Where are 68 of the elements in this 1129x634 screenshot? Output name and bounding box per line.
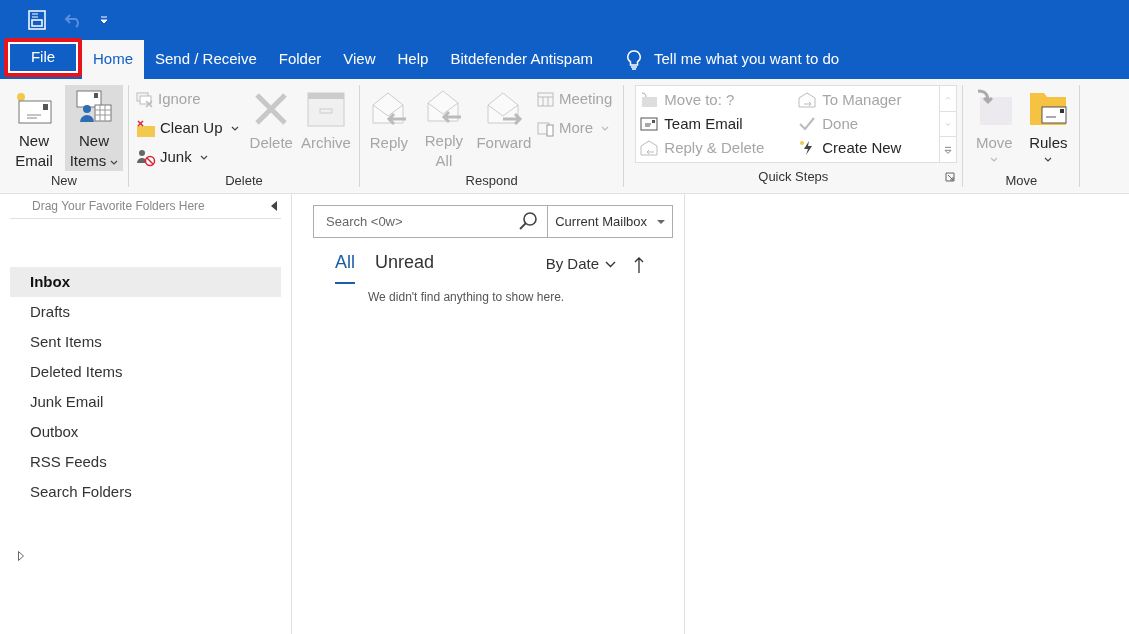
lightbulb-icon xyxy=(626,49,642,70)
ribbon-tab[interactable]: Bitdefender Antispam xyxy=(439,40,604,79)
envelope-left-arrow-icon xyxy=(369,91,408,127)
folder-item[interactable]: Outbox xyxy=(10,417,281,447)
quick-step[interactable]: Team Email xyxy=(640,112,799,136)
favorites-hint: Drag Your Favorite Folders Here xyxy=(32,198,205,215)
envelopes-x-icon xyxy=(136,91,154,108)
ribbon-tab[interactable]: Home xyxy=(82,40,144,79)
sort-dropdown[interactable]: By Date xyxy=(545,253,616,280)
folder-item[interactable]: Drafts xyxy=(10,297,281,327)
scope-dropdown[interactable]: Current Mailbox xyxy=(548,205,673,238)
search-field[interactable]: Search <0w> xyxy=(313,205,549,238)
caret-icon xyxy=(1044,157,1053,162)
ribbon-tab[interactable]: View xyxy=(332,40,387,79)
envelope-icon xyxy=(640,117,659,131)
chevron-down-icon xyxy=(605,261,616,268)
ribbon-button[interactable]: Rules xyxy=(1022,85,1075,171)
dialog-launcher-icon[interactable] xyxy=(945,172,956,182)
ribbon-button[interactable]: New Email xyxy=(5,85,63,171)
x-icon xyxy=(253,91,290,127)
collapse-icon[interactable] xyxy=(271,201,277,211)
archive-box-icon xyxy=(306,91,345,127)
group-label: Quick Steps xyxy=(758,168,829,187)
caret-icon xyxy=(199,155,208,160)
ribbon-button[interactable]: Clean Up xyxy=(134,116,241,141)
folder-item[interactable]: RSS Feeds xyxy=(10,447,281,477)
ribbon-tab[interactable]: Help xyxy=(386,40,440,79)
folder-item[interactable]: Junk Email xyxy=(10,387,281,417)
envelope-reply-icon xyxy=(640,140,659,156)
folder-item[interactable]: Sent Items xyxy=(10,327,281,357)
filter-tab[interactable]: Unread xyxy=(375,249,435,284)
envelope-icon xyxy=(15,91,53,125)
ribbon-button[interactable]: New Items xyxy=(65,85,123,171)
calendar-phone-icon xyxy=(536,120,555,137)
ribbon-tab[interactable]: Send / Receive xyxy=(144,40,268,79)
envelope-left-arrow-icon xyxy=(424,89,463,125)
folder-item[interactable]: Inbox xyxy=(10,267,281,297)
group-label: New xyxy=(51,172,77,190)
ribbon-button[interactable]: Junk xyxy=(134,145,241,170)
customize-toolbar-icon[interactable] xyxy=(100,16,108,24)
calendar-icon xyxy=(536,91,555,108)
folder-arrow-icon xyxy=(640,92,659,108)
caret-icon xyxy=(601,126,610,131)
envelope-forward-icon xyxy=(798,92,817,108)
ribbon-tab[interactable]: File xyxy=(4,38,82,77)
ribbon-tab[interactable]: Folder xyxy=(267,40,333,79)
tell-me-search[interactable]: Tell me what you want to do xyxy=(654,48,840,71)
save-icon[interactable] xyxy=(26,9,48,31)
expand-icon[interactable] xyxy=(18,551,24,561)
dropdown-arrow-icon xyxy=(657,219,665,224)
caret-icon xyxy=(230,126,239,131)
person-blocked-icon xyxy=(136,148,156,167)
folder-item[interactable]: Deleted Items xyxy=(10,357,281,387)
group-label: Delete xyxy=(225,172,263,190)
caret-icon xyxy=(990,157,999,162)
search-icon[interactable] xyxy=(518,211,539,231)
envelope-right-arrow-icon xyxy=(484,91,523,127)
quick-step[interactable]: Create New xyxy=(798,136,936,160)
empty-message: We didn't find anything to show here. xyxy=(368,289,566,306)
envelope-calendar-icon xyxy=(75,89,113,125)
checkmark-icon xyxy=(798,116,817,132)
group-label: Respond xyxy=(465,172,518,190)
group-label: Move xyxy=(1005,172,1038,190)
sort-arrow-icon[interactable] xyxy=(634,256,644,273)
folder-x-icon xyxy=(136,119,156,138)
filter-tab[interactable]: All xyxy=(335,249,355,284)
folder-item[interactable]: Search Folders xyxy=(10,477,281,507)
caret-icon xyxy=(110,159,119,165)
